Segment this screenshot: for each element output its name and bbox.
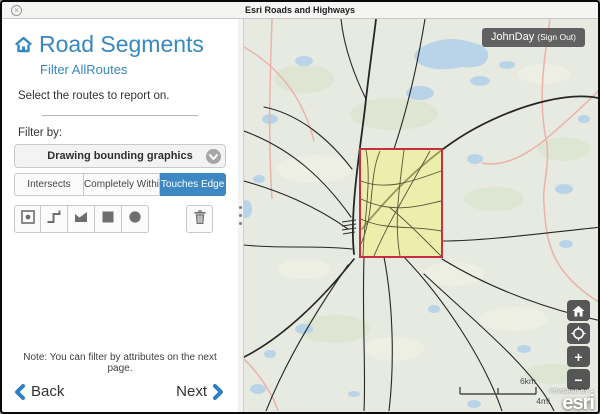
spatial-relation-buttons: Intersects Completely Within Touches Edg… [14,173,226,196]
wizard-navigation: Back Next [14,383,226,404]
drag-dot [239,214,242,217]
delete-graphics-button[interactable] [186,205,213,233]
home-icon [14,36,33,53]
app-window: × Esri Roads and Highways Road Segments … [0,0,600,414]
rectangle-icon [100,209,116,230]
chevron-down-icon [206,149,221,164]
drag-dot [239,206,242,209]
map-canvas[interactable]: JohnDay (Sign Out) [244,19,598,412]
zoom-out-button[interactable]: − [567,369,590,390]
instruction-text: Select the routes to report on. [18,90,226,102]
close-icon[interactable]: × [11,5,22,16]
user-session-button[interactable]: JohnDay (Sign Out) [482,28,585,47]
basemap [244,19,598,411]
scale-bar: 6km 4mi [456,373,552,410]
trash-icon [192,209,208,230]
scale-metric-label: 6km [520,376,536,386]
window-title: Esri Roads and Highways [2,5,598,15]
sign-out-link[interactable]: (Sign Out) [537,32,576,42]
filter-by-label: Filter by: [18,127,226,139]
zoom-in-button[interactable]: + [567,346,590,367]
locate-button[interactable] [567,323,590,344]
polygon-icon [73,209,89,230]
draw-point-button[interactable] [14,205,41,233]
title-bar: × Esri Roads and Highways [2,2,598,19]
note-text: Note: You can filter by attributes on th… [14,352,226,374]
circle-icon [127,209,143,230]
intersects-button[interactable]: Intersects [14,173,84,196]
user-name: JohnDay [491,31,534,43]
draw-circle-button[interactable] [122,205,149,233]
point-icon [20,209,36,230]
map-nav-controls: + − [567,300,590,390]
completely-within-button[interactable]: Completely Within [84,173,160,196]
back-label: Back [31,383,64,400]
next-label: Next [176,383,207,400]
panel-spacer [14,233,226,352]
draw-rectangle-button[interactable] [95,205,122,233]
draw-polyline-button[interactable] [41,205,68,233]
filter-panel: Road Segments Filter AllRoutes Select th… [2,19,238,412]
page-title: Road Segments [39,31,204,58]
drag-dot [239,222,242,225]
locate-icon [571,326,586,341]
home-nav-icon [572,305,585,317]
dropdown-selected-value: Drawing bounding graphics [15,150,225,162]
subtitle-filter-allroutes: Filter AllRoutes [40,62,226,77]
home-extent-button[interactable] [567,300,590,321]
divider-line [42,115,198,116]
draw-polygon-button[interactable] [68,205,95,233]
scale-imperial-label: 4mi [536,396,550,405]
touches-edge-button[interactable]: Touches Edge [160,173,226,196]
back-button[interactable]: Back [14,383,64,400]
next-chevron-icon [213,384,224,400]
back-chevron-icon [14,384,25,400]
next-button[interactable]: Next [176,383,224,400]
polyline-icon [46,209,62,230]
filter-method-dropdown[interactable]: Drawing bounding graphics [14,144,226,168]
draw-toolbar [14,205,226,233]
